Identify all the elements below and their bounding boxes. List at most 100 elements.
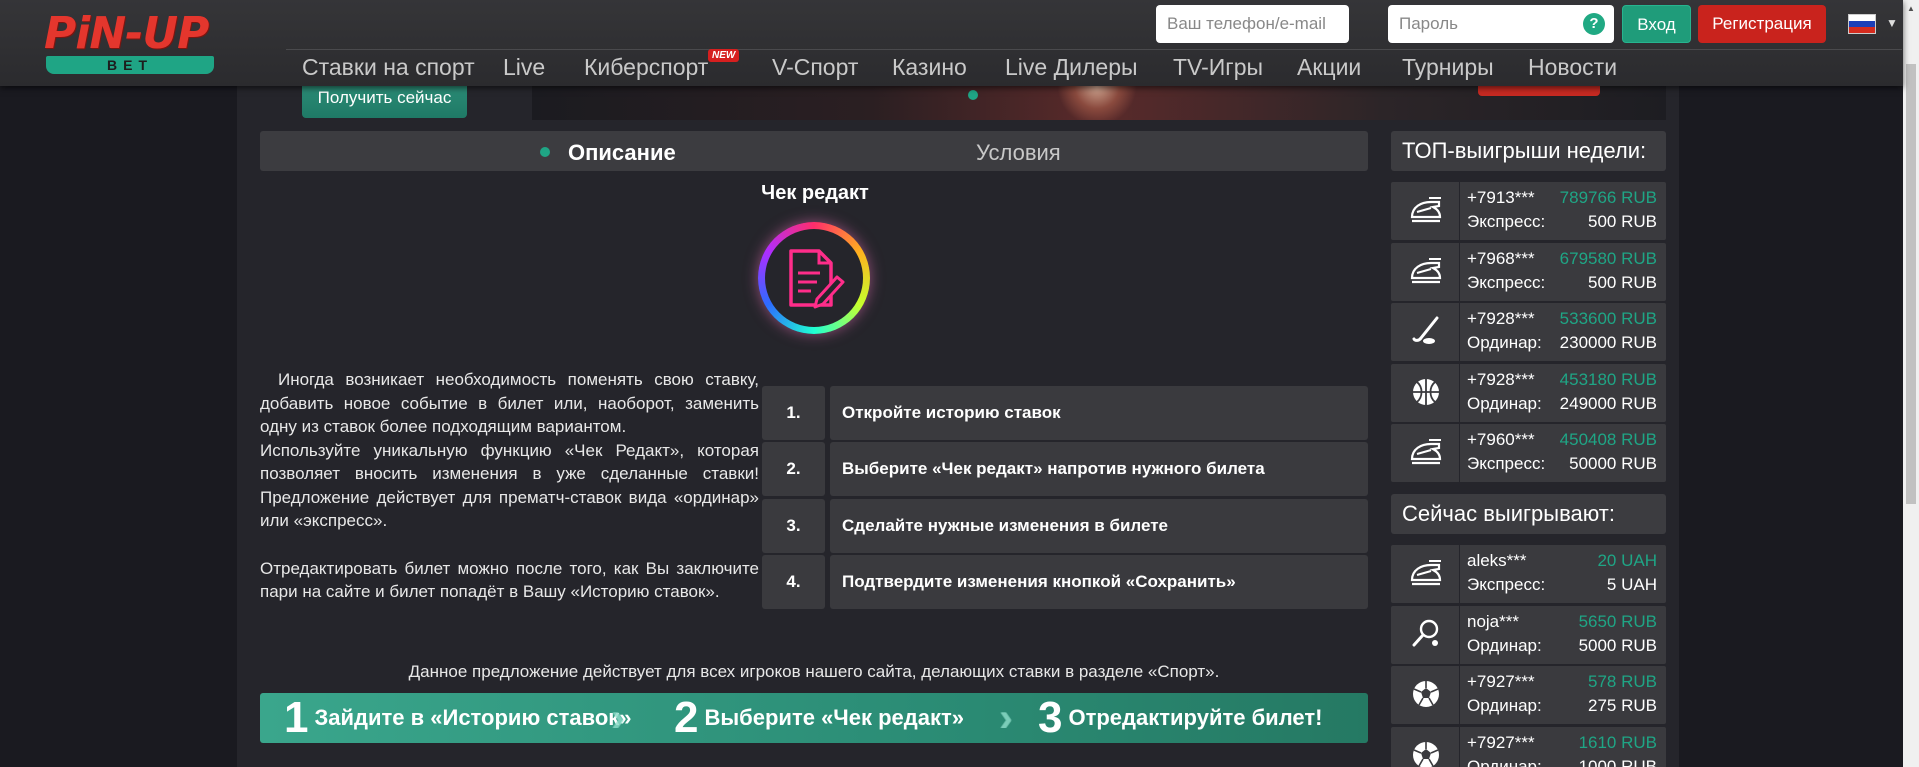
- win-bet-amount: 50000 RUB: [1569, 454, 1657, 473]
- description-text: Иногда возникает необходимость поменять …: [260, 368, 759, 604]
- new-badge: NEW: [708, 49, 740, 62]
- step-row: 2. Выберите «Чек редакт» напротив нужног…: [762, 442, 1368, 496]
- win-amount: 450408 RUB: [1559, 430, 1657, 449]
- win-amount: 1610 RUB: [1578, 732, 1657, 752]
- nav-item-news[interactable]: Новости: [1528, 54, 1617, 81]
- now-win-row: noja*** 5650 RUB Ординар: 5000 RUB: [1391, 605, 1666, 664]
- nav-item-tournaments[interactable]: Турниры: [1402, 54, 1494, 81]
- sport-icon-cell: [1391, 545, 1460, 603]
- win-bet-type: Экспресс:: [1467, 575, 1546, 594]
- step-number: 2.: [762, 442, 825, 496]
- banner-slider-dot[interactable]: [968, 90, 978, 100]
- howto-text: Выберите «Чек редакт»: [704, 705, 965, 730]
- step-number: 1.: [762, 386, 825, 440]
- win-bet-type: Ординар:: [1467, 393, 1542, 413]
- top-wins-title: ТОП-выигрыши недели:: [1391, 131, 1666, 171]
- chevron-down-icon[interactable]: ▼: [1886, 16, 1898, 30]
- now-win-row: +7927*** 1610 RUB Ординар: 1000 RUB: [1391, 726, 1666, 767]
- win-amount: 533600 RUB: [1559, 309, 1657, 328]
- win-user: +7913***: [1467, 188, 1535, 207]
- top-win-row: +7913*** 789766 RUB Экспресс: 500 RUB: [1391, 182, 1666, 240]
- sport-icon-cell: [1391, 182, 1460, 240]
- howto-number: 3: [1038, 693, 1063, 742]
- howto-step-1: 1 Зайдите в «Историю ставок»: [284, 693, 632, 743]
- nav-item-sports[interactable]: Ставки на спорт: [302, 54, 475, 81]
- nav-item-vsport[interactable]: V-Спорт: [772, 54, 858, 81]
- tabs: Описание Условия: [260, 131, 1368, 171]
- nav-item-esports[interactable]: Киберспорт NEW: [584, 49, 740, 81]
- nav-item-promotions[interactable]: Акции: [1297, 54, 1361, 81]
- win-user: +7927***: [1467, 732, 1535, 752]
- win-user: +7928***: [1467, 369, 1535, 389]
- step-text: Сделайте нужные изменения в билете: [830, 499, 1368, 553]
- win-user: aleks***: [1467, 551, 1527, 570]
- description-paragraph-2: Используйте уникальную функцию «Чек Реда…: [260, 440, 759, 531]
- top-win-row: +7968*** 679580 RUB Экспресс: 500 RUB: [1391, 242, 1666, 301]
- header: PiN-UP BET Ваш телефон/e-mail Пароль ? В…: [0, 0, 1903, 86]
- win-user: +7960***: [1467, 430, 1535, 449]
- win-amount: 5650 RUB: [1578, 611, 1657, 631]
- win-bet-amount: 500 RUB: [1588, 212, 1657, 231]
- banner-cta[interactable]: [1478, 86, 1600, 96]
- nav-item-live-dealers[interactable]: Live Дилеры: [1005, 54, 1138, 81]
- now-winning-title: Сейчас выигрывают:: [1391, 494, 1666, 534]
- sport-icon-cell: [1391, 726, 1460, 767]
- win-bet-amount: 249000 RUB: [1559, 393, 1657, 413]
- description-paragraph-1: Иногда возникает необходимость поменять …: [260, 370, 759, 436]
- win-amount: 20 UAH: [1597, 551, 1657, 570]
- win-bet-amount: 5000 RUB: [1578, 635, 1657, 655]
- register-button[interactable]: Регистрация: [1698, 5, 1826, 43]
- win-bet-amount: 1000 RUB: [1578, 756, 1657, 767]
- login-button[interactable]: Вход: [1622, 5, 1691, 43]
- step-text: Подтвердите изменения кнопкой «Сохранить…: [830, 555, 1368, 609]
- phone-email-input[interactable]: Ваш телефон/e-mail: [1156, 5, 1349, 43]
- russian-flag-icon[interactable]: [1848, 14, 1876, 34]
- logo-sub: BET: [46, 56, 214, 74]
- scroll-up-arrow-icon[interactable]: ▲: [1907, 4, 1915, 13]
- sport-icon-cell: [1391, 605, 1460, 664]
- step-row: 4. Подтвердите изменения кнопкой «Сохран…: [762, 555, 1368, 609]
- tab-description[interactable]: Описание: [568, 140, 676, 166]
- sport-icon-cell: [1391, 242, 1460, 301]
- win-amount: 789766 RUB: [1559, 188, 1657, 207]
- nav-item-tv-games[interactable]: TV-Игры: [1173, 54, 1263, 81]
- main-nav: Ставки на спорт Live Киберспорт NEW V-Сп…: [286, 49, 1902, 86]
- win-bet-amount: 230000 RUB: [1559, 333, 1657, 352]
- offer-text: Данное предложение действует для всех иг…: [408, 662, 1220, 681]
- active-tab-dot: [540, 147, 550, 157]
- sport-icon-cell: [1391, 424, 1460, 482]
- how-to-strip: 1Зайдите в «Историю ставок» ››› 2Выберит…: [260, 693, 1368, 743]
- nav-item-casino[interactable]: Казино: [892, 54, 967, 81]
- logo[interactable]: PiN-UP BET: [44, 9, 216, 75]
- win-bet-type: Экспресс:: [1467, 454, 1546, 473]
- howto-number: 2: [674, 693, 699, 742]
- step-row: 1. Откройте историю ставок: [762, 386, 1368, 440]
- sport-icon-cell: [1391, 363, 1460, 422]
- win-bet-amount: 500 RUB: [1588, 272, 1657, 292]
- step-number: 4.: [762, 555, 825, 609]
- password-input[interactable]: Пароль ?: [1388, 5, 1614, 43]
- win-bet-amount: 275 RUB: [1588, 696, 1657, 715]
- win-bet-type: Экспресс:: [1467, 212, 1546, 231]
- password-placeholder: Пароль: [1399, 14, 1458, 33]
- step-text: Откройте историю ставок: [830, 386, 1368, 440]
- nav-item-live[interactable]: Live: [503, 54, 545, 81]
- win-bet-type: Ординар:: [1467, 756, 1542, 767]
- tab-conditions[interactable]: Условия: [976, 140, 1061, 166]
- howto-step-2: 2 Выберите «Чек редакт»: [674, 693, 964, 743]
- step-row: 3. Сделайте нужные изменения в билете: [762, 499, 1368, 553]
- scrollbar-thumb[interactable]: [1906, 64, 1916, 504]
- win-bet-type: Экспресс:: [1467, 272, 1546, 292]
- promo-banner[interactable]: [532, 86, 1666, 120]
- howto-text: Зайдите в «Историю ставок»: [314, 705, 632, 730]
- nav-item-esports-label: Киберспорт: [584, 54, 709, 80]
- step-number: 3.: [762, 499, 825, 553]
- banner-figure: [1052, 86, 1142, 120]
- win-bet-type: Ординар:: [1467, 696, 1542, 715]
- logo-text: PiN-UP: [44, 8, 209, 59]
- help-icon[interactable]: ?: [1583, 13, 1605, 35]
- win-amount: 453180 RUB: [1559, 369, 1657, 389]
- phone-email-placeholder: Ваш телефон/e-mail: [1167, 14, 1326, 33]
- win-user: +7928***: [1467, 309, 1535, 328]
- now-win-row: +7927*** 578 RUB Ординар: 275 RUB: [1391, 666, 1666, 724]
